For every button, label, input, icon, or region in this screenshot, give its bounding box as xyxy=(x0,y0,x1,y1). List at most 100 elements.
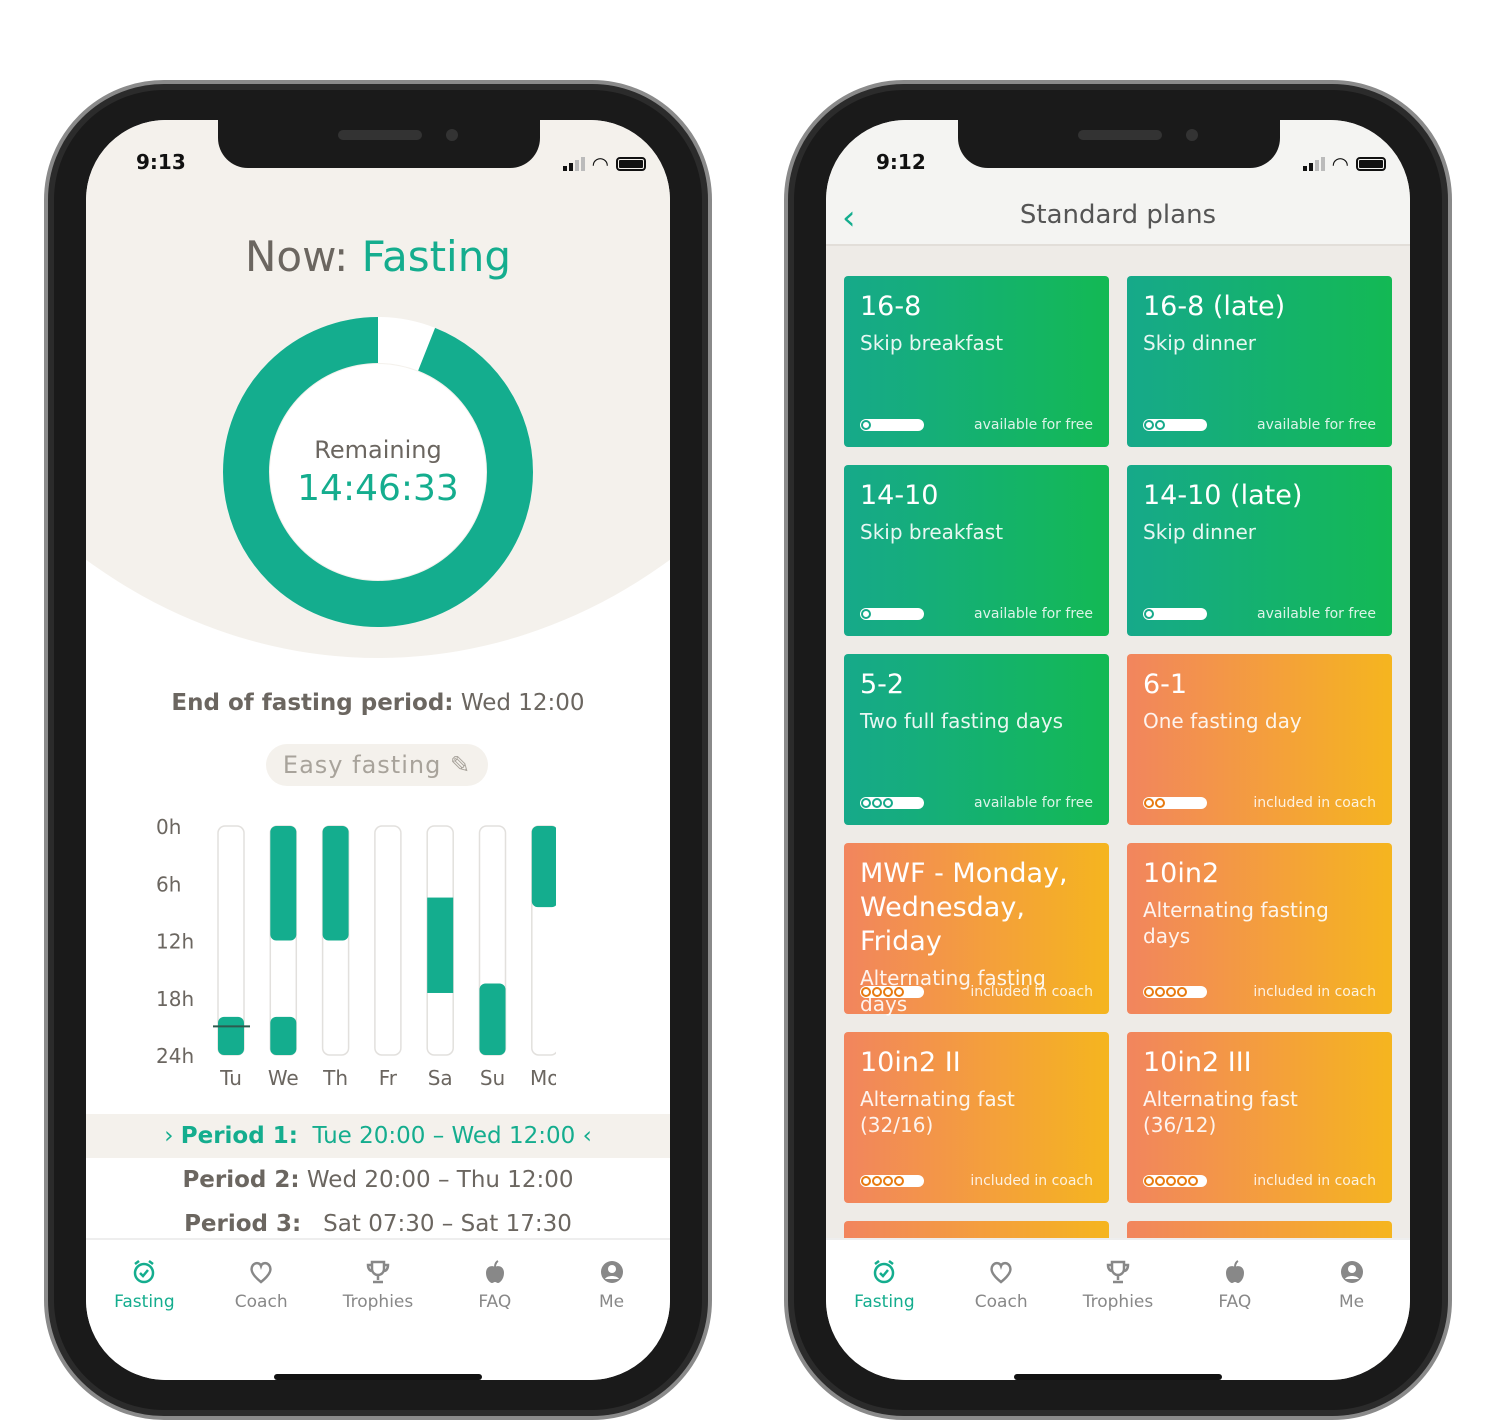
tab-fasting[interactable]: Fasting xyxy=(86,1240,203,1380)
state-label: Now: xyxy=(244,232,349,281)
difficulty-dot xyxy=(883,987,893,997)
alarm-clock-icon xyxy=(134,1260,155,1284)
period-row-2[interactable]: Period 2: Wed 20:00 – Thu 12:00 xyxy=(86,1158,670,1202)
tab-faq[interactable]: FAQ xyxy=(436,1240,553,1380)
tab-coach[interactable]: Coach xyxy=(203,1240,320,1380)
tab-label: FAQ xyxy=(478,1292,512,1312)
difficulty-indicator xyxy=(860,986,924,998)
signal-icon xyxy=(562,157,585,171)
difficulty-dot xyxy=(883,798,893,808)
plan-title: 14-10 xyxy=(860,480,939,511)
tab-label: Fasting xyxy=(114,1292,175,1312)
difficulty-indicator xyxy=(1143,1175,1207,1187)
availability-label: available for free xyxy=(974,417,1093,433)
day-track xyxy=(374,825,402,1056)
tab-me[interactable]: Me xyxy=(553,1240,670,1380)
tab-label: Trophies xyxy=(342,1292,414,1312)
difficulty-dot xyxy=(872,1176,882,1186)
y-tick-label: 6h xyxy=(156,872,181,896)
difficulty-dot xyxy=(1177,1176,1187,1186)
plan-subtitle: Alternating fast (36/12) xyxy=(1143,1087,1298,1137)
notch xyxy=(958,120,1280,168)
tab-label: FAQ xyxy=(1218,1292,1252,1312)
phone-left: 9:13 ◠ Now: Fasting Remaining 14:46:33 E… xyxy=(44,80,712,1420)
difficulty-dot xyxy=(861,609,871,619)
difficulty-indicator xyxy=(860,797,924,809)
heart-icon xyxy=(250,1261,272,1284)
availability-label: included in coach xyxy=(1253,984,1376,1000)
home-indicator xyxy=(1014,1374,1222,1380)
tab-trophies[interactable]: Trophies xyxy=(1060,1240,1177,1380)
plan-card[interactable]: 10in2 III Alternating fast (36/12) include… xyxy=(1127,1032,1392,1203)
page-title: Standard plans xyxy=(1019,200,1217,230)
end-of-fasting: End of fasting period: Wed 12:00 xyxy=(86,690,670,716)
tab-label: Trophies xyxy=(1082,1292,1154,1312)
difficulty-dot xyxy=(1155,420,1165,430)
plan-title: 16-8 (late) xyxy=(1143,291,1286,322)
plan-title: 5-2 xyxy=(860,669,905,700)
plan-title: MWF - Monday, Wednesday, Friday xyxy=(860,858,1068,957)
plan-card[interactable]: 14-10 (late) Skip dinner available for fre… xyxy=(1127,465,1392,636)
plan-grid: 16-8 Skip breakfast available for free 16-8… xyxy=(844,276,1394,1281)
difficulty-indicator xyxy=(860,608,924,620)
plan-card[interactable]: MWF - Monday, Wednesday, Friday Alternati… xyxy=(844,843,1109,1016)
plan-card[interactable]: 5-2 Two full fasting days available for fr… xyxy=(844,654,1109,825)
difficulty-dot xyxy=(883,1176,893,1186)
difficulty-indicator xyxy=(860,1175,924,1187)
difficulty-dot xyxy=(861,987,871,997)
difficulty-dot xyxy=(1155,987,1165,997)
plan-subtitle: Skip dinner xyxy=(1143,331,1257,355)
fasting-bar xyxy=(479,983,506,1055)
tab-label: Me xyxy=(1339,1292,1365,1312)
tab-coach[interactable]: Coach xyxy=(943,1240,1060,1380)
tab-trophies[interactable]: Trophies xyxy=(320,1240,437,1380)
fasting-bar xyxy=(270,826,297,941)
remaining-label: Remaining xyxy=(314,436,442,464)
current-state-title: Now: Fasting xyxy=(86,232,670,281)
difficulty-dot xyxy=(1177,987,1187,997)
home-indicator xyxy=(274,1374,482,1380)
difficulty-indicator xyxy=(1143,608,1207,620)
apple-icon xyxy=(485,1260,504,1283)
difficulty-indicator xyxy=(1143,797,1207,809)
difficulty-dot xyxy=(1188,1176,1198,1186)
difficulty-dot xyxy=(861,798,871,808)
x-tick-label: Su xyxy=(480,1066,505,1090)
notch xyxy=(218,120,540,168)
phone-right: ‹ Standard plans 9:12 ◠ 16-8 Skip breakfa… xyxy=(784,80,1452,1420)
plan-title: 16-8 xyxy=(860,291,922,322)
apple-icon xyxy=(1225,1260,1244,1283)
tab-faq[interactable]: FAQ xyxy=(1176,1240,1293,1380)
period-list: › Period 1: Tue 20:00 – Wed 12:00 ‹ Peri… xyxy=(86,1114,670,1246)
difficulty-dot xyxy=(1166,1176,1176,1186)
availability-label: included in coach xyxy=(970,1173,1093,1189)
plan-card[interactable]: 16-8 Skip breakfast available for free xyxy=(844,276,1109,447)
battery-icon xyxy=(1356,157,1386,171)
plan-card[interactable]: 14-10 Skip breakfast available for free xyxy=(844,465,1109,636)
status-time: 9:12 xyxy=(876,150,926,174)
plan-card[interactable]: 16-8 (late) Skip dinner available for free xyxy=(1127,276,1392,447)
plan-card[interactable]: 6-1 One fasting day included in coach xyxy=(1127,654,1392,825)
plan-selector-button[interactable]: Easy fasting ✎ xyxy=(266,744,488,786)
fasting-bar xyxy=(322,826,349,941)
wifi-icon: ◠ xyxy=(1332,152,1348,176)
tab-label: Coach xyxy=(974,1292,1028,1312)
plan-card[interactable]: 10in2 Alternating fasting days included in… xyxy=(1127,843,1392,1014)
end-value: Wed 12:00 xyxy=(460,690,585,716)
plan-title: 10in2 III xyxy=(1143,1047,1252,1078)
y-tick-label: 24h xyxy=(156,1044,194,1068)
period-row-1[interactable]: › Period 1: Tue 20:00 – Wed 12:00 ‹ xyxy=(86,1114,670,1158)
plan-subtitle: Skip breakfast xyxy=(860,331,1004,355)
tab-me[interactable]: Me xyxy=(1293,1240,1410,1380)
tab-bar: Fasting Coach Trophies FAQ Me xyxy=(826,1238,1410,1380)
plan-card[interactable]: 10in2 II Alternating fast (32/16) included… xyxy=(844,1032,1109,1203)
state-value: Fasting xyxy=(361,232,512,281)
wifi-icon: ◠ xyxy=(592,152,608,176)
availability-label: included in coach xyxy=(1253,1173,1376,1189)
fasting-bar xyxy=(218,1016,244,1055)
plan-subtitle: Alternating fasting days xyxy=(1143,898,1329,948)
tab-fasting[interactable]: Fasting xyxy=(826,1240,943,1380)
remaining-time: 14:46:33 xyxy=(297,468,459,509)
x-tick-label: Sa xyxy=(428,1066,453,1090)
difficulty-dot xyxy=(894,1176,904,1186)
